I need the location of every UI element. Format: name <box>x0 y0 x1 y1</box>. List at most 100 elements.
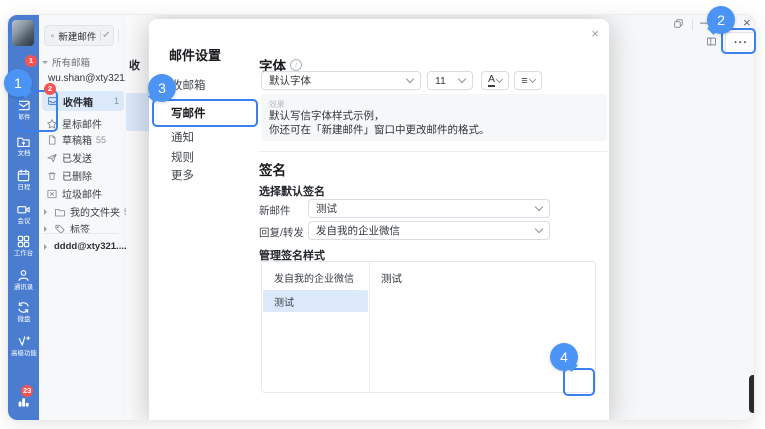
signature-list: 发自我的企业微信 测试 <box>262 262 370 392</box>
grid-icon <box>16 233 32 249</box>
background-window-sliver <box>749 375 755 413</box>
reply-forward-label: 回复/转发 <box>259 225 304 240</box>
rail-item-advanced[interactable]: 高级功能 <box>8 333 39 358</box>
font-size-select[interactable]: 11 <box>427 71 473 90</box>
section-divider <box>259 151 607 152</box>
folder-item-spam[interactable]: 垃圾邮件 <box>46 186 102 201</box>
compose-label: 新建邮件 <box>58 29 96 43</box>
settings-nav-more[interactable]: 更多 <box>171 167 194 183</box>
signature-item-2[interactable]: 测试 <box>263 290 368 312</box>
reading-pane-icon[interactable] <box>706 36 717 49</box>
folder-item-myfolders[interactable]: 我的文件夹 572 <box>42 204 139 219</box>
annotation-box-edit <box>563 368 595 396</box>
caret-down-icon <box>42 61 48 67</box>
modal-title: 邮件设置 <box>169 45 221 64</box>
deleted-label: 已删除 <box>62 168 92 183</box>
chevron-down-icon <box>535 225 543 233</box>
font-color-button[interactable]: A <box>481 71 509 90</box>
folder-divider <box>44 233 118 234</box>
chevron-down-icon <box>529 75 536 82</box>
rail-item-label: 会议 <box>17 218 30 225</box>
chevron-down-icon <box>103 31 109 37</box>
reply-signature-select[interactable]: 发自我的企业微信 <box>308 221 550 240</box>
chevron-down-icon <box>406 75 414 83</box>
rail-item-label: 工作台 <box>14 250 33 257</box>
annotation-marker-2: 2 <box>707 6 735 34</box>
rail-item-contacts[interactable]: 通讯录 <box>8 267 39 292</box>
account-label: wu.shan@xty321.... <box>48 73 136 84</box>
caret-right-icon <box>44 244 50 250</box>
signature-item-1[interactable]: 发自我的企业微信 <box>263 266 368 288</box>
caret-right-icon <box>44 209 50 215</box>
rail-item-calendar[interactable]: 日程 <box>8 167 39 192</box>
drive-icon <box>16 299 32 315</box>
restore-icon[interactable] <box>673 18 684 31</box>
folder-group-label: 所有邮箱 <box>52 55 90 69</box>
chevron-down-icon <box>458 75 466 83</box>
folder-item-sent[interactable]: 已发送 <box>46 150 92 165</box>
sent-icon <box>46 152 58 164</box>
signature-preview-text: 测试 <box>381 271 402 286</box>
rail-item-workbench[interactable]: 工作台 <box>8 233 39 258</box>
rail-item-meeting[interactable]: 会议 <box>8 201 39 226</box>
settings-nav-rules[interactable]: 规则 <box>171 149 194 165</box>
inbox-count: 1 <box>114 96 119 106</box>
maillist-header: 收 <box>129 57 140 73</box>
settings-nav-inbox[interactable]: 收邮箱 <box>171 77 206 93</box>
new-mail-signature-select[interactable]: 测试 <box>308 199 550 218</box>
compose-button[interactable]: 新建邮件 <box>44 25 114 46</box>
rail-item-label: 微盘 <box>17 316 30 323</box>
trash-icon <box>46 170 58 182</box>
folder-group-all[interactable]: 所有邮箱 <box>42 55 90 69</box>
annotation-marker-4: 4 <box>550 343 578 371</box>
rail-item-drive[interactable]: 微盘 <box>8 299 39 324</box>
chevron-down-icon <box>535 203 543 211</box>
annotation-marker-3: 3 <box>148 74 176 102</box>
list-icon: ≡ <box>521 75 527 87</box>
annotation-box-compose-nav <box>152 99 258 127</box>
account2-label: dddd@xty321.... <box>54 241 127 252</box>
contacts-icon <box>16 267 32 283</box>
starred-label: 星标邮件 <box>62 116 102 131</box>
font-size-value: 11 <box>435 75 446 87</box>
folder-item-deleted[interactable]: 已删除 <box>46 168 92 183</box>
new-mail-signature-value: 测试 <box>316 201 337 216</box>
draft-icon <box>46 134 58 146</box>
preview-tag: 效果 <box>269 98 573 109</box>
preview-line-1: 默认写信字体样式示例， <box>269 110 599 124</box>
drafts-label: 草稿箱 <box>62 132 92 147</box>
notification-badge: 1 <box>25 55 37 67</box>
list-format-button[interactable]: ≡ <box>514 71 542 90</box>
signature-section-heading: 签名 <box>259 159 286 179</box>
font-color-a: A <box>488 74 495 87</box>
settings-nav-notify[interactable]: 通知 <box>171 129 194 145</box>
app-window: 1 邮件 2 文档 日程 <box>7 14 755 421</box>
sparkle-v-icon <box>16 333 32 349</box>
toolbar-divider <box>118 29 119 42</box>
folder-icon <box>54 206 66 218</box>
folder-item-drafts[interactable]: 草稿箱 55 <box>46 132 106 147</box>
info-icon[interactable]: i <box>290 59 302 71</box>
font-family-select[interactable]: 默认字体 <box>261 71 421 90</box>
account-item-1[interactable]: wu.shan@xty321.... <box>48 73 136 84</box>
avatar[interactable] <box>12 20 34 46</box>
rail-item-docs[interactable]: 文档 <box>8 133 39 158</box>
reply-signature-value: 发自我的企业微信 <box>316 223 400 238</box>
preview-line-2: 你还可在「新建邮件」窗口中更改邮件的格式。 <box>269 124 599 138</box>
docs-icon <box>16 133 32 149</box>
modal-close-icon[interactable]: × <box>591 27 599 40</box>
choose-default-heading: 选择默认签名 <box>259 183 325 199</box>
signature-manage-box: 发自我的企业微信 测试 测试 <box>261 261 596 393</box>
font-family-value: 默认字体 <box>269 73 311 88</box>
signature-heading-text: 签名 <box>259 159 286 179</box>
compose-icon <box>51 30 54 42</box>
spam-icon <box>46 188 58 200</box>
annotation-marker-1: 1 <box>4 69 32 97</box>
mail-settings-modal: × 邮件设置 收邮箱 写邮件 通知 规则 更多 字体 i 默认字体 11 A <box>149 19 609 421</box>
mail-badge: 2 <box>44 83 56 95</box>
myfolders-label: 我的文件夹 <box>70 204 120 219</box>
rail-item-label: 通讯录 <box>14 284 33 291</box>
drafts-count: 55 <box>96 135 106 145</box>
video-icon <box>16 201 32 217</box>
controls-divider <box>692 19 693 30</box>
